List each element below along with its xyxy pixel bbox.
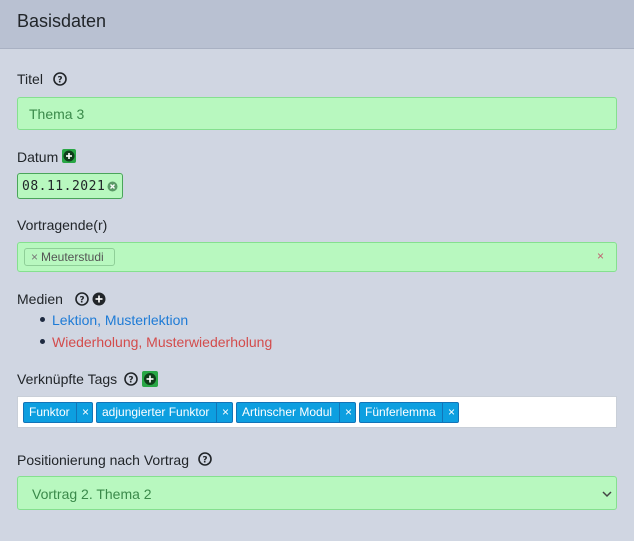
speaker-chip-remove[interactable]: × bbox=[31, 249, 38, 265]
title-label: Titel bbox=[17, 71, 43, 87]
svg-text:?: ? bbox=[79, 296, 84, 306]
tag-label: Funktor bbox=[29, 405, 70, 419]
tags-select[interactable]: Funktor × adjungierter Funktor × Artinsc… bbox=[17, 396, 617, 428]
svg-text:?: ? bbox=[202, 456, 207, 466]
media-link-lesson[interactable]: Lektion, Musterlektion bbox=[52, 312, 188, 328]
card-title: Basisdaten bbox=[17, 11, 107, 31]
speakers-select[interactable]: × Meuterstudi × bbox=[17, 242, 617, 272]
add-tag-icon[interactable] bbox=[142, 371, 158, 387]
help-icon[interactable]: ? bbox=[124, 372, 138, 386]
chevron-down-icon bbox=[602, 491, 612, 498]
add-media-icon[interactable] bbox=[92, 292, 106, 306]
tag-remove-button[interactable]: × bbox=[339, 403, 357, 422]
title-input-value: Thema 3 bbox=[29, 106, 85, 122]
list-bullet bbox=[40, 317, 45, 322]
tag-chip: adjungierter Funktor × bbox=[96, 402, 233, 423]
tag-label: Fünferlemma bbox=[365, 405, 436, 419]
media-link-repetition[interactable]: Wiederholung, Musterwiederholung bbox=[52, 334, 272, 350]
position-select[interactable]: Vortrag 2. Thema 2 bbox=[17, 476, 617, 510]
date-label: Datum bbox=[17, 149, 59, 165]
tag-label: adjungierter Funktor bbox=[102, 405, 210, 419]
help-icon[interactable]: ? bbox=[53, 72, 67, 86]
tag-label: Artinscher Modul bbox=[242, 405, 333, 419]
date-input[interactable]: 08.11.2021 bbox=[17, 173, 123, 199]
position-label: Positionierung nach Vortrag bbox=[17, 452, 189, 468]
speakers-clear-button[interactable]: × bbox=[597, 249, 604, 263]
date-input-value: 08.11.2021 bbox=[22, 179, 106, 194]
tag-chip: Funktor × bbox=[23, 402, 93, 423]
media-label: Medien bbox=[17, 291, 63, 307]
tags-label: Verknüpfte Tags bbox=[17, 371, 118, 387]
add-date-icon[interactable] bbox=[62, 149, 76, 163]
help-icon[interactable]: ? bbox=[198, 452, 212, 466]
svg-text:?: ? bbox=[57, 76, 62, 86]
speakers-label: Vortragende(r) bbox=[17, 217, 108, 233]
tag-chip: Artinscher Modul × bbox=[236, 402, 356, 423]
clear-date-icon[interactable] bbox=[107, 181, 118, 192]
card-header: Basisdaten bbox=[0, 0, 634, 49]
list-bullet bbox=[40, 339, 45, 344]
tag-remove-button[interactable]: × bbox=[442, 403, 460, 422]
help-icon[interactable]: ? bbox=[75, 292, 89, 306]
position-select-value: Vortrag 2. Thema 2 bbox=[32, 486, 152, 502]
tag-remove-button[interactable]: × bbox=[216, 403, 234, 422]
title-input[interactable]: Thema 3 bbox=[17, 97, 617, 130]
speaker-chip-label: Meuterstudi bbox=[41, 250, 104, 264]
speaker-chip: × Meuterstudi bbox=[24, 248, 115, 266]
tag-chip: Fünferlemma × bbox=[359, 402, 459, 423]
tag-remove-button[interactable]: × bbox=[76, 403, 94, 422]
svg-text:?: ? bbox=[128, 376, 133, 386]
